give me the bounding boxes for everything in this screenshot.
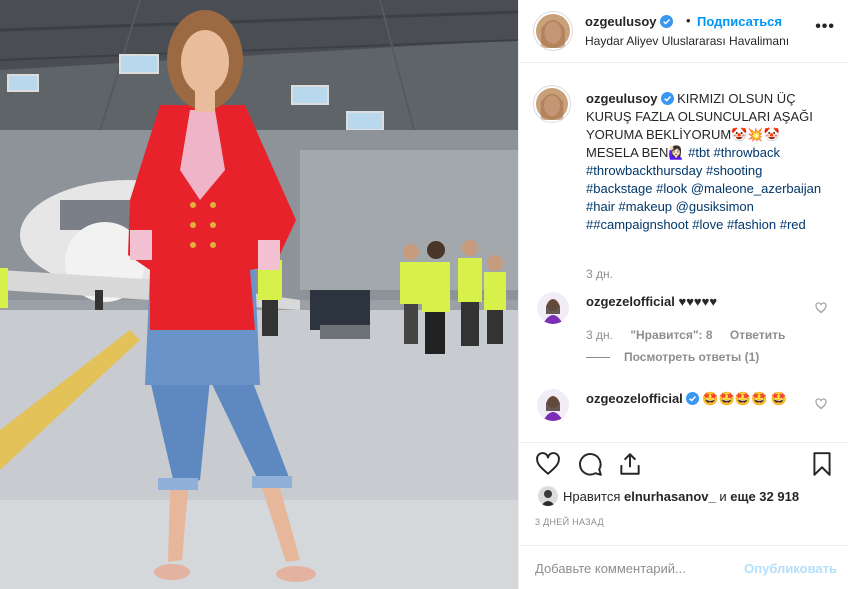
hashtag-link[interactable]: #hair: [586, 199, 615, 214]
comment-avatar[interactable]: [537, 389, 569, 421]
hashtag-link[interactable]: #throwbackthursday: [586, 163, 702, 178]
share-icon[interactable]: [617, 451, 643, 477]
more-options-icon[interactable]: •••: [815, 18, 835, 36]
hashtag-link[interactable]: #love: [692, 217, 723, 232]
post-username-text[interactable]: ozgeulusoy: [585, 14, 657, 29]
comment-input[interactable]: [535, 558, 755, 578]
reply-button[interactable]: Ответить: [730, 328, 785, 342]
add-comment-bar: Опубликовать: [519, 545, 848, 589]
post-location[interactable]: Haydar Aliyev Uluslararası Havalimanı: [585, 34, 789, 48]
caption-username[interactable]: ozgeulusoy: [586, 91, 658, 106]
post-timestamp[interactable]: 3 ДНЕЙ НАЗАД: [535, 517, 604, 527]
comment-icon[interactable]: [577, 451, 603, 477]
comment-body: ozgeozelofficial 🤩🤩🤩🤩 🤩: [586, 389, 806, 409]
post-photo[interactable]: [0, 0, 518, 589]
publish-button[interactable]: Опубликовать: [744, 561, 837, 576]
comment-timestamp[interactable]: 3 дн.: [586, 328, 613, 342]
view-replies-label[interactable]: Посмотреть ответы (1): [624, 350, 759, 364]
post-actions-bar: [519, 442, 848, 486]
hashtag-link[interactable]: #red: [780, 217, 806, 232]
hashtag-link[interactable]: ##campaignshoot: [586, 217, 689, 232]
likes-prefix: Нравится: [563, 489, 624, 504]
separator-dot: •: [686, 13, 691, 28]
post-caption: ozgeulusoy KIRMIZI OLSUN ÜÇ KURUŞ FAZLA …: [586, 90, 831, 234]
replies-line: [586, 357, 610, 359]
comment-likes-count[interactable]: "Нравится": 8: [630, 328, 712, 342]
hashtag-link[interactable]: #fashion: [727, 217, 776, 232]
mention-link[interactable]: @gusiksimon: [676, 199, 754, 214]
mention-link[interactable]: @maleone_azerbaijan: [691, 181, 821, 196]
hashtag-link[interactable]: #makeup: [619, 199, 672, 214]
hashtag-link[interactable]: #throwback: [713, 145, 779, 160]
comment-username[interactable]: ozgeozelofficial: [586, 391, 683, 406]
caption-avatar[interactable]: [533, 85, 571, 123]
comment-like-heart-icon[interactable]: [815, 302, 827, 314]
post-image: [0, 0, 518, 589]
post-details-panel: ozgeulusoy • Подписаться Haydar Aliyev U…: [518, 0, 848, 589]
comment-username[interactable]: ozgezelofficial: [586, 294, 675, 309]
likes-conjunction: и: [715, 489, 731, 504]
liker-username[interactable]: elnurhasanov_: [624, 489, 716, 504]
bookmark-icon[interactable]: [809, 451, 835, 477]
hashtag-link[interactable]: #shooting: [706, 163, 762, 178]
likes-count[interactable]: еще 32 918: [730, 489, 799, 504]
comment-avatar[interactable]: [537, 292, 569, 324]
verified-badge-icon: [659, 15, 673, 28]
comment-text: ♥♥♥♥♥: [678, 294, 718, 309]
follow-button[interactable]: Подписаться: [697, 14, 782, 29]
caption-timestamp[interactable]: 3 дн.: [586, 267, 613, 281]
heart-icon[interactable]: [535, 451, 561, 477]
liker-avatar[interactable]: [538, 486, 558, 506]
view-replies-button[interactable]: Посмотреть ответы (1): [586, 350, 759, 364]
verified-badge-icon: [660, 92, 674, 105]
hashtag-link[interactable]: #tbt: [688, 145, 710, 160]
comment-like-heart-icon[interactable]: [815, 398, 827, 410]
comments-section: ozgeulusoy KIRMIZI OLSUN ÜÇ KURUŞ FAZLA …: [519, 63, 848, 442]
hashtag-link[interactable]: #look: [656, 181, 687, 196]
hashtag-link[interactable]: #backstage: [586, 181, 653, 196]
verified-badge-icon: [685, 392, 699, 405]
comment-meta: 3 дн. "Нравится": 8 Ответить: [586, 328, 799, 342]
post-username[interactable]: ozgeulusoy: [585, 14, 673, 29]
comment-text: 🤩🤩🤩🤩 🤩: [702, 391, 787, 406]
avatar[interactable]: [533, 11, 573, 51]
comment-body: ozgezelofficial ♥♥♥♥♥: [586, 294, 717, 309]
post-header: ozgeulusoy • Подписаться Haydar Aliyev U…: [519, 0, 848, 63]
